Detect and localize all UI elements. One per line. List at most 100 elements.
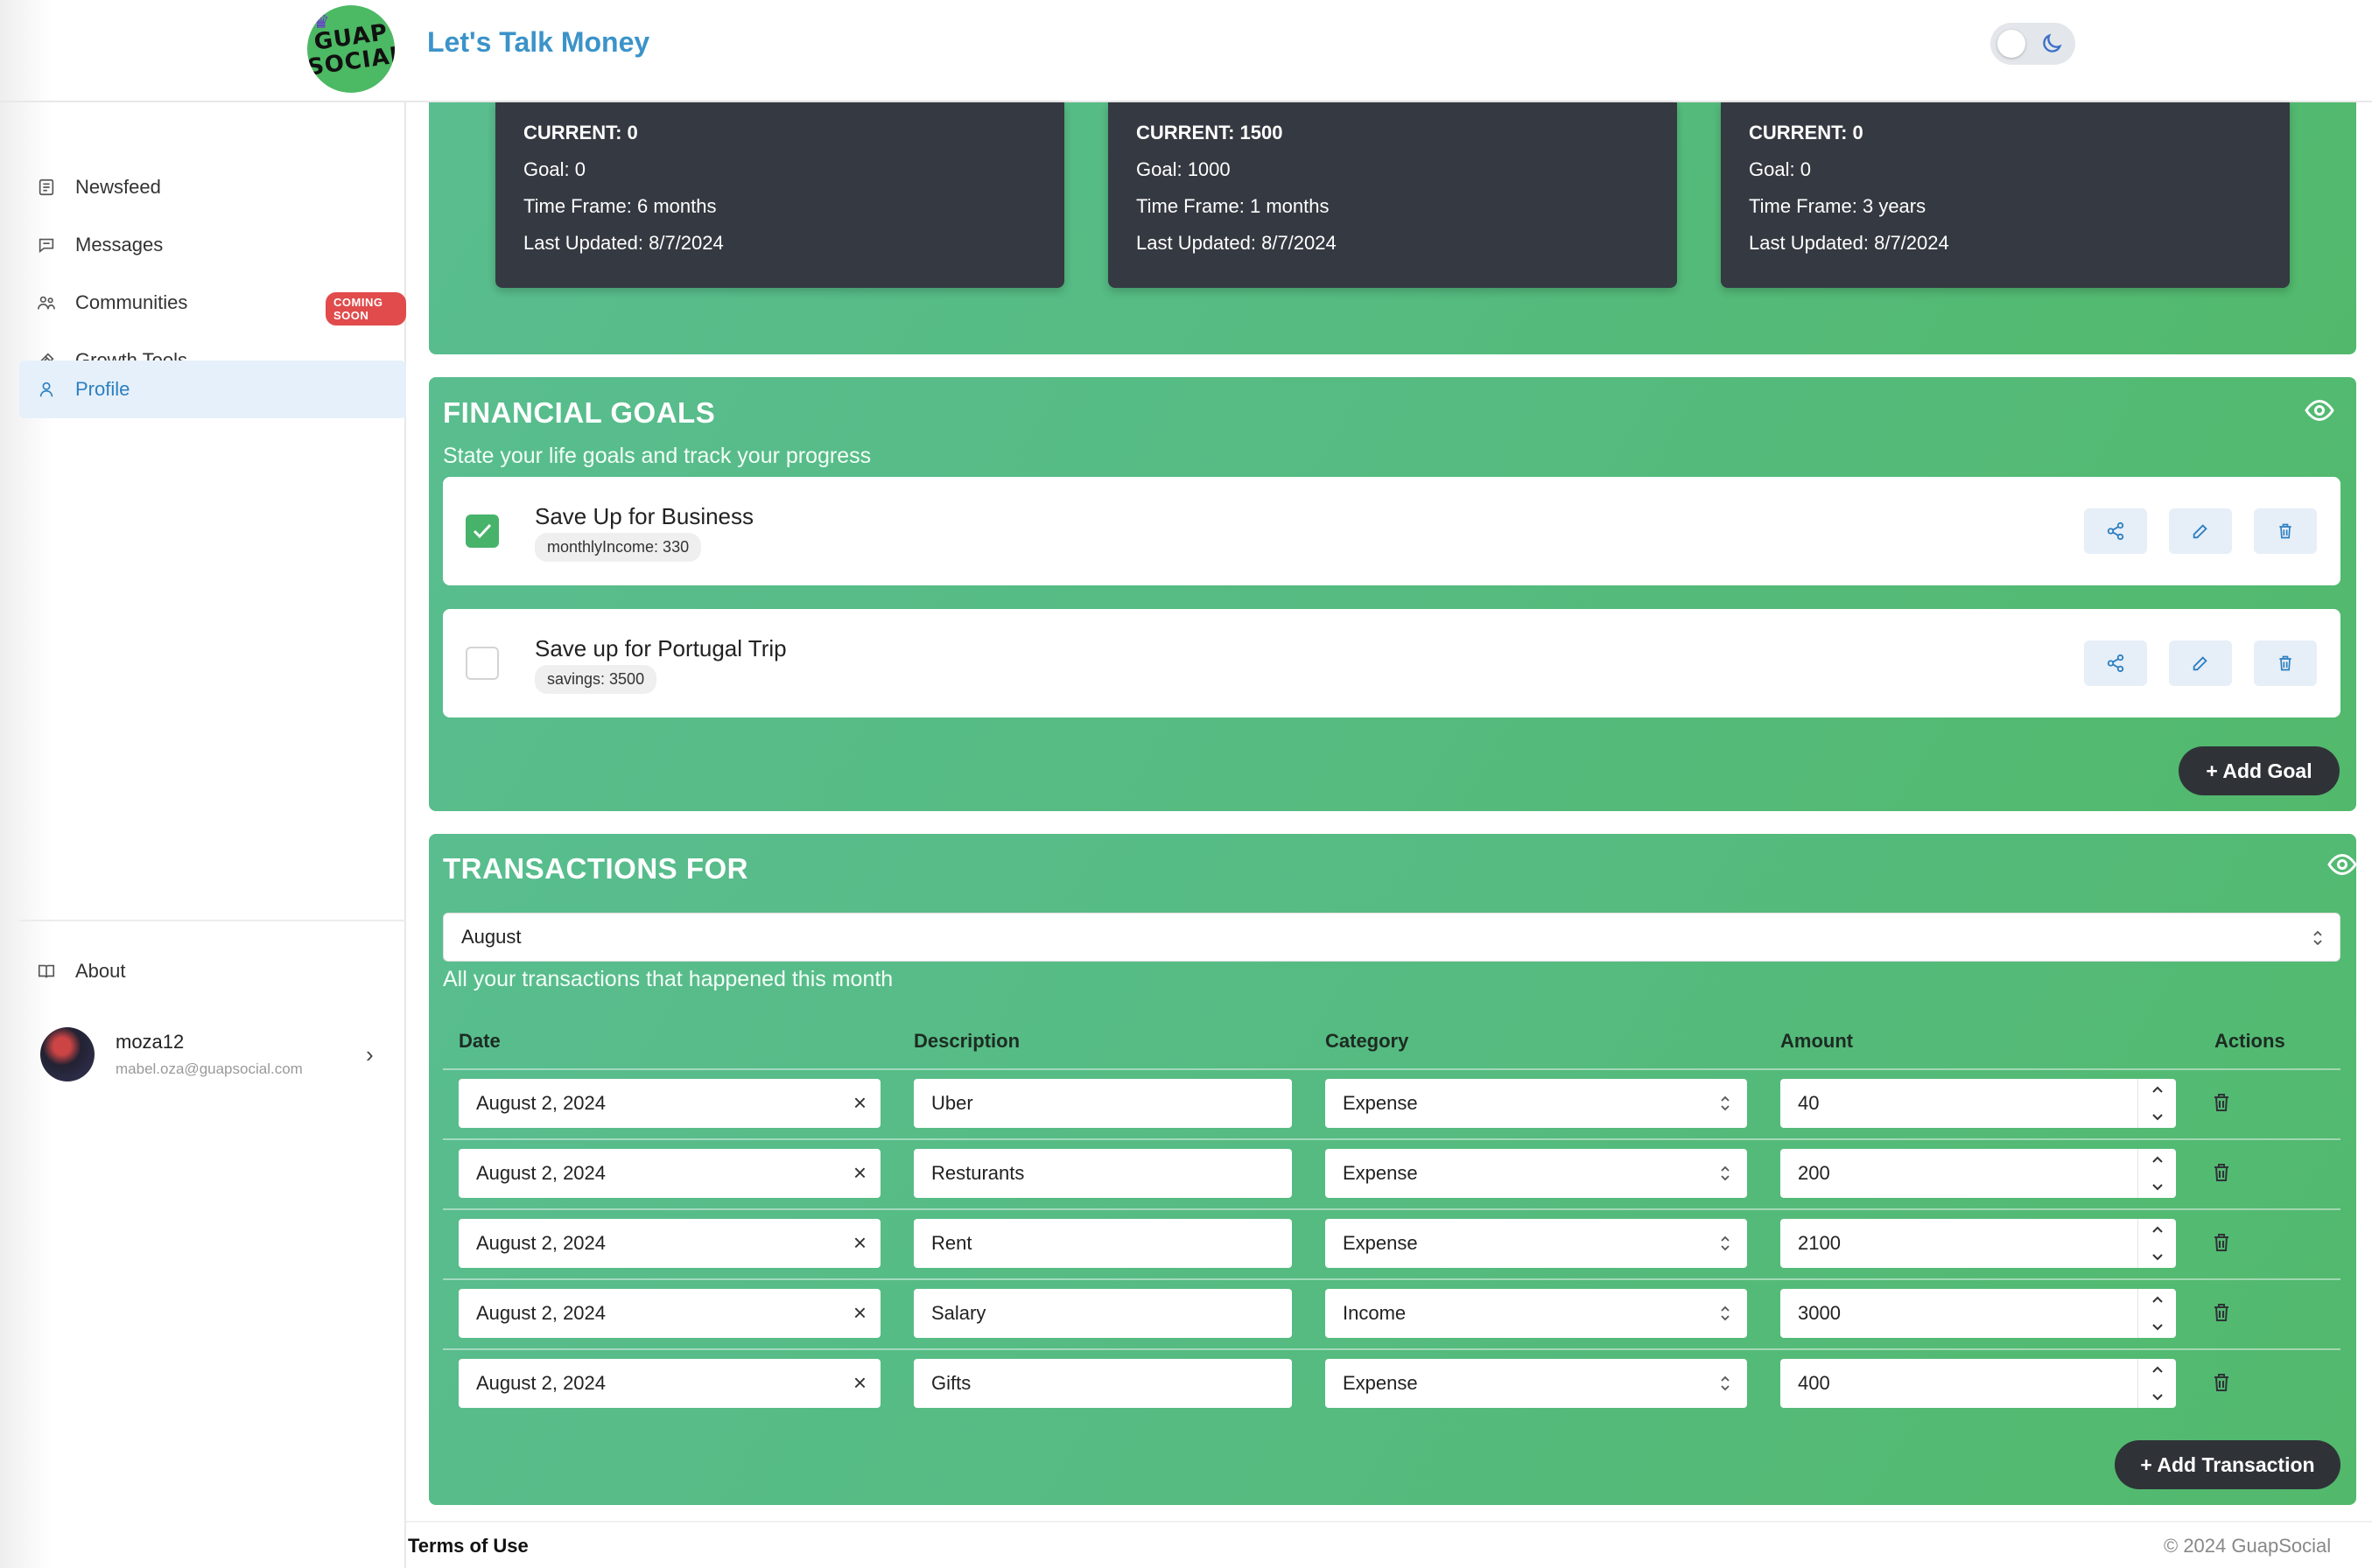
book-icon xyxy=(38,964,55,978)
date-input[interactable]: August 2, 2024 × xyxy=(459,1149,881,1198)
user-name: moza12 xyxy=(116,1031,185,1053)
date-input[interactable]: August 2, 2024 × xyxy=(459,1289,881,1338)
sidebar-item-communities[interactable]: Communities COMING SOON xyxy=(19,274,406,332)
date-input[interactable]: August 2, 2024 × xyxy=(459,1219,881,1268)
savings-current: CURRENT: 0 xyxy=(523,122,638,144)
sidebar-item-label: Messages xyxy=(75,234,164,256)
savings-card: CURRENT: 0 Goal: 0 Time Frame: 6 months … xyxy=(495,102,1064,288)
clear-icon[interactable]: × xyxy=(853,1161,867,1184)
edit-goal-button[interactable] xyxy=(2169,508,2232,554)
delete-goal-button[interactable] xyxy=(2254,508,2317,554)
theme-toggle[interactable] xyxy=(1990,23,2075,65)
newsfeed-icon xyxy=(39,178,54,196)
goal-title: Save Up for Business xyxy=(535,503,754,529)
column-header-amount: Amount xyxy=(1780,1030,1854,1052)
trash-icon xyxy=(2279,655,2291,671)
amount-stepper[interactable] xyxy=(2137,1219,2176,1268)
category-select[interactable]: Income xyxy=(1325,1289,1747,1338)
edit-icon xyxy=(2193,656,2207,671)
share-icon xyxy=(2107,522,2124,541)
coming-soon-badge: COMING SOON xyxy=(326,292,406,326)
savings-goal: Goal: 0 xyxy=(523,158,586,180)
savings-last-updated: Last Updated: 8/7/2024 xyxy=(1749,232,1949,254)
month-select-value: August xyxy=(461,926,522,948)
add-transaction-button[interactable]: + Add Transaction xyxy=(2115,1440,2340,1489)
trash-icon[interactable] xyxy=(2211,1091,2232,1114)
trash-icon[interactable] xyxy=(2211,1231,2232,1254)
clear-icon[interactable]: × xyxy=(853,1301,867,1324)
app-title: Let's Talk Money xyxy=(427,26,650,58)
eye-icon[interactable] xyxy=(2304,395,2335,426)
description-input[interactable]: Rent xyxy=(914,1219,1292,1268)
date-input[interactable]: August 2, 2024 × xyxy=(459,1079,881,1128)
month-select[interactable]: August xyxy=(443,913,2340,962)
savings-card: CURRENT: 1500 Goal: 1000 Time Frame: 1 m… xyxy=(1108,102,1677,288)
amount-stepper[interactable] xyxy=(2137,1359,2176,1408)
clear-icon[interactable]: × xyxy=(853,1231,867,1254)
clear-icon[interactable]: × xyxy=(853,1371,867,1394)
trash-icon[interactable] xyxy=(2211,1301,2232,1324)
stepper-arrows-icon xyxy=(2152,1156,2163,1191)
financial-goals-title: FINANCIAL GOALS xyxy=(443,396,716,429)
edit-goal-button[interactable] xyxy=(2169,640,2232,686)
amount-input[interactable]: 400 xyxy=(1780,1359,2176,1408)
amount-stepper[interactable] xyxy=(2137,1079,2176,1128)
trash-icon[interactable] xyxy=(2211,1371,2232,1394)
goal-checkbox[interactable] xyxy=(466,514,499,548)
amount-stepper[interactable] xyxy=(2137,1289,2176,1338)
clear-icon[interactable]: × xyxy=(853,1091,867,1114)
profile-icon xyxy=(39,382,53,397)
sidebar-item-newsfeed[interactable]: Newsfeed xyxy=(19,158,406,216)
communities-icon xyxy=(38,296,55,310)
savings-last-updated: Last Updated: 8/7/2024 xyxy=(523,232,724,254)
terms-of-use-link[interactable]: Terms of Use xyxy=(408,1535,529,1558)
user-profile-menu[interactable]: moza12 mabel.oza@guapsocial.com › xyxy=(19,1017,406,1096)
eye-icon[interactable] xyxy=(2326,849,2358,880)
savings-time-frame: Time Frame: 6 months xyxy=(523,195,717,217)
goal-card: Save Up for Business monthlyIncome: 330 xyxy=(443,477,2340,585)
amount-input[interactable]: 40 xyxy=(1780,1079,2176,1128)
guapsocial-logo[interactable]: ♛ GUAP SOCIAL xyxy=(307,5,395,93)
description-input[interactable]: Uber xyxy=(914,1079,1292,1128)
amount-input[interactable]: 3000 xyxy=(1780,1289,2176,1338)
stepper-arrows-icon xyxy=(2152,1086,2163,1121)
sidebar-item-profile[interactable]: Profile xyxy=(19,360,406,418)
amount-stepper[interactable] xyxy=(2137,1149,2176,1198)
chevron-updown-icon xyxy=(1721,1376,1730,1391)
trash-icon[interactable] xyxy=(2211,1161,2232,1184)
chevron-updown-icon xyxy=(1721,1306,1730,1321)
amount-input[interactable]: 2100 xyxy=(1780,1219,2176,1268)
description-input[interactable]: Resturants xyxy=(914,1149,1292,1198)
check-icon xyxy=(473,523,492,539)
category-select[interactable]: Expense xyxy=(1325,1149,1747,1198)
goal-card: Save up for Portugal Trip savings: 3500 xyxy=(443,609,2340,718)
share-icon xyxy=(2107,654,2124,673)
category-select[interactable]: Expense xyxy=(1325,1079,1747,1128)
add-goal-button[interactable]: + Add Goal xyxy=(2179,746,2340,795)
savings-current: CURRENT: 0 xyxy=(1749,122,1863,144)
stepper-arrows-icon xyxy=(2152,1296,2163,1331)
savings-card: CURRENT: 0 Goal: 0 Time Frame: 3 years L… xyxy=(1721,102,2290,288)
date-input[interactable]: August 2, 2024 × xyxy=(459,1359,881,1408)
amount-input[interactable]: 200 xyxy=(1780,1149,2176,1198)
top-header: ♛ GUAP SOCIAL Let's Talk Money xyxy=(0,0,2372,102)
share-goal-button[interactable] xyxy=(2084,640,2147,686)
savings-goal: Goal: 0 xyxy=(1749,158,1811,180)
row-divider xyxy=(443,1208,2340,1210)
description-input[interactable]: Gifts xyxy=(914,1359,1292,1408)
savings-panel: CURRENT: 0 Goal: 0 Time Frame: 6 months … xyxy=(429,102,2356,354)
description-input[interactable]: Salary xyxy=(914,1289,1292,1338)
goal-checkbox[interactable] xyxy=(466,647,499,680)
category-select[interactable]: Expense xyxy=(1325,1219,1747,1268)
delete-goal-button[interactable] xyxy=(2254,640,2317,686)
sidebar-item-label: About xyxy=(75,960,126,982)
row-divider xyxy=(443,1068,2340,1070)
category-select[interactable]: Expense xyxy=(1325,1359,1747,1408)
sidebar-item-about[interactable]: About xyxy=(19,942,406,1000)
sidebar-item-messages[interactable]: Messages xyxy=(19,216,406,274)
trash-icon xyxy=(2279,523,2291,539)
sidebar-divider xyxy=(19,920,406,921)
transactions-title: TRANSACTIONS FOR xyxy=(443,852,748,885)
chevron-updown-icon xyxy=(2313,930,2322,946)
share-goal-button[interactable] xyxy=(2084,508,2147,554)
